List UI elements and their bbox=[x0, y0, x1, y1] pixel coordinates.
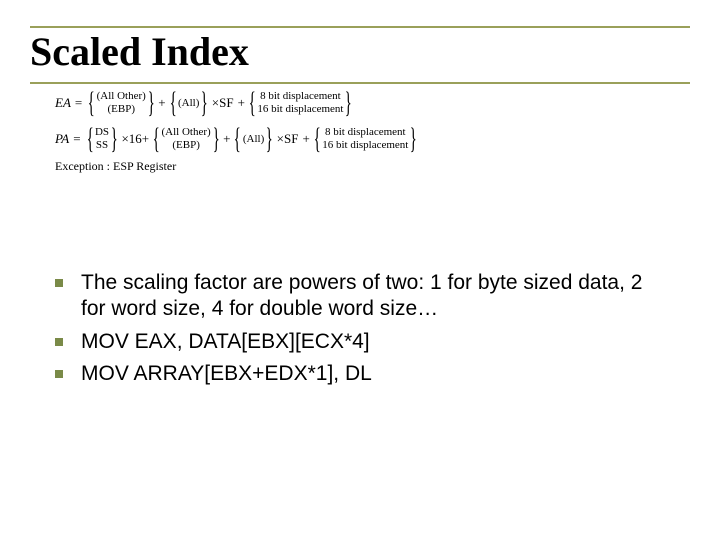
brace-disp-bot: 16 bit displacement bbox=[322, 139, 408, 152]
brace-base: { (All Other) (EBP) } bbox=[86, 88, 156, 118]
brace-base-top: (All Other) bbox=[162, 126, 211, 139]
brace-disp: { 8 bit displacement 16 bit displacement… bbox=[312, 124, 419, 154]
pa-label: PA bbox=[55, 132, 69, 146]
list-item: The scaling factor are powers of two: 1 … bbox=[55, 270, 655, 323]
times-16: ×16+ bbox=[121, 132, 149, 146]
eq-sign: = bbox=[73, 132, 80, 146]
plus-sign: + bbox=[238, 96, 245, 110]
slide: Scaled Index EA = { (All Other) (EBP) } … bbox=[0, 0, 720, 540]
list-item: MOV EAX, DATA[EBX][ECX*4] bbox=[55, 329, 655, 355]
brace-base: { (All Other) (EBP) } bbox=[151, 124, 221, 154]
slide-title: Scaled Index bbox=[30, 30, 249, 74]
brace-index: { (All) } bbox=[232, 124, 274, 154]
bullet-text: MOV ARRAY[EBX+EDX*1], DL bbox=[81, 361, 655, 387]
bullet-text: The scaling factor are powers of two: 1 … bbox=[81, 270, 655, 323]
bullet-icon bbox=[55, 338, 63, 346]
ea-label: EA bbox=[55, 96, 71, 110]
bullet-icon bbox=[55, 370, 63, 378]
times-sf: ×SF bbox=[212, 96, 234, 110]
brace-base-bot: (EBP) bbox=[172, 139, 200, 152]
brace-seg-top: DS bbox=[95, 126, 109, 139]
bullet-text: MOV EAX, DATA[EBX][ECX*4] bbox=[81, 329, 655, 355]
eq-sign: = bbox=[75, 96, 82, 110]
plus-sign: + bbox=[302, 132, 309, 146]
brace-base-top: (All Other) bbox=[97, 90, 146, 103]
plus-sign: + bbox=[158, 96, 165, 110]
brace-seg-bot: SS bbox=[96, 139, 108, 152]
brace-base-bot: (EBP) bbox=[107, 103, 135, 116]
formula-exception: Exception : ESP Register bbox=[55, 160, 419, 173]
plus-sign: + bbox=[223, 132, 230, 146]
list-item: MOV ARRAY[EBX+EDX*1], DL bbox=[55, 361, 655, 387]
brace-index-label: (All) bbox=[178, 97, 199, 110]
brace-index: { (All) } bbox=[168, 88, 210, 118]
brace-disp-bot: 16 bit displacement bbox=[257, 103, 343, 116]
brace-disp: { 8 bit displacement 16 bit displacement… bbox=[247, 88, 354, 118]
formula-ea: EA = { (All Other) (EBP) } + { (All) } ×… bbox=[55, 88, 419, 118]
body-text: The scaling factor are powers of two: 1 … bbox=[55, 270, 655, 393]
brace-index-label: (All) bbox=[243, 133, 264, 146]
bullet-icon bbox=[55, 279, 63, 287]
formula-block: EA = { (All Other) (EBP) } + { (All) } ×… bbox=[55, 88, 419, 173]
brace-disp-top: 8 bit displacement bbox=[325, 126, 406, 139]
brace-seg: { DS SS } bbox=[85, 124, 120, 154]
title-rule-top bbox=[30, 26, 690, 28]
formula-pa: PA = { DS SS } ×16+ { (All Other) (EBP) … bbox=[55, 124, 419, 154]
title-rule-bottom bbox=[30, 82, 690, 84]
times-sf: ×SF bbox=[277, 132, 299, 146]
brace-disp-top: 8 bit displacement bbox=[260, 90, 341, 103]
